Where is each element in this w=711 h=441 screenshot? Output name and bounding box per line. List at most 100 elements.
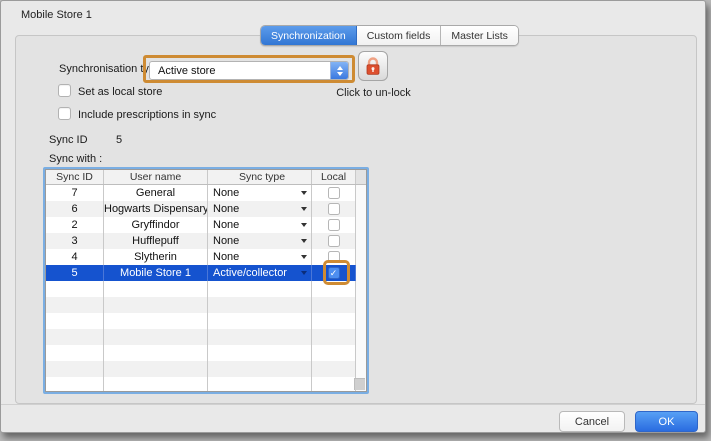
cell-sync-type: None xyxy=(208,185,312,201)
cell-sync-id xyxy=(46,313,104,329)
table-row[interactable]: 3HufflepuffNone xyxy=(46,233,366,249)
footer-divider xyxy=(1,404,705,405)
local-checkbox[interactable] xyxy=(328,219,340,231)
cell-local xyxy=(312,281,356,297)
table-row[interactable]: 5Mobile Store 1Active/collector✓ xyxy=(46,265,366,281)
cell-sync-id xyxy=(46,329,104,345)
sync-type-dropdown-caret-icon[interactable] xyxy=(301,207,307,211)
cell-local: ✓ xyxy=(312,265,356,281)
cell-sync-type: None xyxy=(208,201,312,217)
ok-button[interactable]: OK xyxy=(635,411,698,432)
set-local-store-label: Set as local store xyxy=(78,86,162,98)
cell-user-name: Hufflepuff xyxy=(104,233,208,249)
tab-custom-fields[interactable]: Custom fields xyxy=(357,26,442,45)
sync-table-inner: Sync ID User name Sync type Local 7Gener… xyxy=(45,169,367,392)
table-row[interactable]: 6Hogwarts DispensaryNone xyxy=(46,201,366,217)
local-checkbox[interactable]: ✓ xyxy=(328,267,340,279)
sync-type-dropdown-caret-icon[interactable] xyxy=(301,239,307,243)
sync-id-label: Sync ID xyxy=(49,134,88,146)
cell-user-name xyxy=(104,329,208,345)
scrollbar-track xyxy=(356,217,366,233)
cell-sync-type xyxy=(208,281,312,297)
cell-user-name: Hogwarts Dispensary xyxy=(104,201,208,217)
unlock-caption: Click to un-lock xyxy=(331,87,416,99)
local-checkbox[interactable] xyxy=(328,187,340,199)
table-row[interactable]: 2GryffindorNone xyxy=(46,217,366,233)
cell-local xyxy=(312,201,356,217)
include-prescriptions-checkbox[interactable] xyxy=(58,107,71,120)
scrollbar-track xyxy=(356,233,366,249)
cell-sync-id xyxy=(46,345,104,361)
cell-local xyxy=(312,313,356,329)
cell-user-name xyxy=(104,345,208,361)
scrollbar-corner xyxy=(354,378,365,390)
cell-sync-type xyxy=(208,329,312,345)
cell-sync-type xyxy=(208,345,312,361)
cell-user-name: Mobile Store 1 xyxy=(104,265,208,281)
table-row-empty[interactable] xyxy=(46,281,366,297)
lock-icon xyxy=(364,56,382,76)
cancel-button[interactable]: Cancel xyxy=(559,411,625,432)
table-row[interactable]: 7GeneralNone xyxy=(46,185,366,201)
table-row-empty[interactable] xyxy=(46,361,366,377)
sync-type-dropdown-caret-icon[interactable] xyxy=(301,255,307,259)
cell-user-name: Slytherin xyxy=(104,249,208,265)
column-header-local[interactable]: Local xyxy=(312,170,356,184)
tab-bar: Synchronization Custom fields Master Lis… xyxy=(260,25,519,46)
table-row[interactable]: 4SlytherinNone xyxy=(46,249,366,265)
cell-sync-id xyxy=(46,361,104,377)
local-checkbox[interactable] xyxy=(328,251,340,263)
unlock-button[interactable] xyxy=(358,51,388,81)
local-checkbox[interactable] xyxy=(328,235,340,247)
cell-user-name xyxy=(104,313,208,329)
cell-local xyxy=(312,377,356,392)
window-title: Mobile Store 1 xyxy=(21,9,92,21)
sync-id-value: 5 xyxy=(116,134,122,146)
scrollbar-track xyxy=(356,201,366,217)
scrollbar-track xyxy=(356,265,366,281)
header-scroll-corner xyxy=(356,170,366,184)
include-prescriptions-label: Include prescriptions in sync xyxy=(78,109,216,121)
sync-type-dropdown-caret-icon[interactable] xyxy=(301,223,307,227)
table-row-empty[interactable] xyxy=(46,313,366,329)
cell-local xyxy=(312,361,356,377)
cell-sync-type: None xyxy=(208,217,312,233)
sync-type-dropdown-caret-icon[interactable] xyxy=(301,191,307,195)
set-local-store-checkbox[interactable] xyxy=(58,84,71,97)
column-header-sync-id[interactable]: Sync ID xyxy=(46,170,104,184)
cell-sync-type: None xyxy=(208,233,312,249)
cell-sync-id xyxy=(46,281,104,297)
sync-table-body: 7GeneralNone6Hogwarts DispensaryNone2Gry… xyxy=(46,185,366,392)
dialog-window: Mobile Store 1 Synchronization Custom fi… xyxy=(0,0,706,433)
sync-table: Sync ID User name Sync type Local 7Gener… xyxy=(43,167,369,394)
cell-user-name xyxy=(104,297,208,313)
cell-sync-id: 7 xyxy=(46,185,104,201)
scrollbar-track xyxy=(356,297,366,313)
column-header-sync-type[interactable]: Sync type xyxy=(208,170,312,184)
cell-sync-id: 2 xyxy=(46,217,104,233)
cell-local xyxy=(312,345,356,361)
table-row-empty[interactable] xyxy=(46,297,366,313)
scrollbar-track xyxy=(356,249,366,265)
table-row-empty[interactable] xyxy=(46,377,366,392)
local-checkbox[interactable] xyxy=(328,203,340,215)
table-row-empty[interactable] xyxy=(46,345,366,361)
column-header-user-name[interactable]: User name xyxy=(104,170,208,184)
scrollbar-track xyxy=(356,281,366,297)
sync-with-label: Sync with : xyxy=(49,153,102,165)
cell-sync-type: None xyxy=(208,249,312,265)
sync-type-dropdown-caret-icon[interactable] xyxy=(301,271,307,275)
table-row-empty[interactable] xyxy=(46,329,366,345)
cell-sync-id: 6 xyxy=(46,201,104,217)
sync-type-dropdown[interactable]: Active store xyxy=(149,61,349,80)
cell-sync-type xyxy=(208,377,312,392)
cell-local xyxy=(312,233,356,249)
cell-user-name xyxy=(104,281,208,297)
dropdown-stepper-icon xyxy=(330,62,348,79)
cell-local xyxy=(312,185,356,201)
tab-master-lists[interactable]: Master Lists xyxy=(441,26,518,45)
scrollbar-track xyxy=(356,313,366,329)
cell-local xyxy=(312,329,356,345)
cell-sync-type xyxy=(208,297,312,313)
tab-synchronization[interactable]: Synchronization xyxy=(261,26,357,45)
